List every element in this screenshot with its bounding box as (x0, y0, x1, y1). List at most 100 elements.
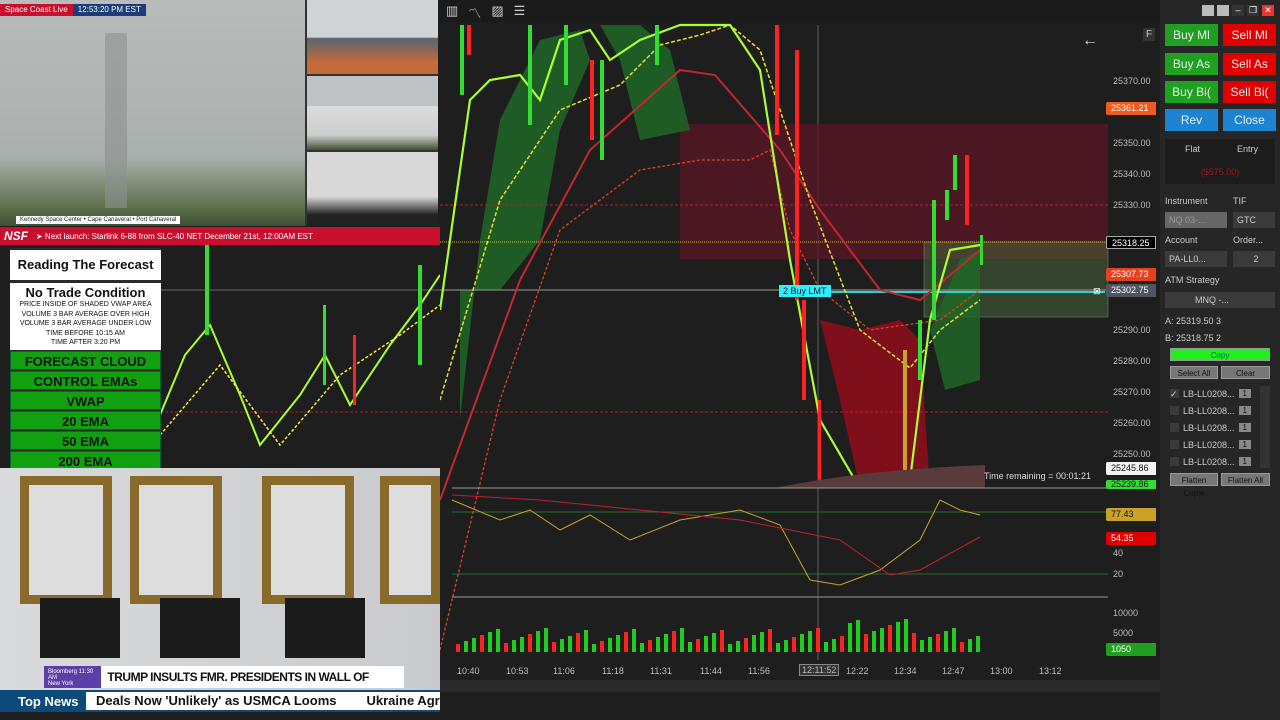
volume-bar (656, 637, 660, 652)
volume-bar (520, 637, 524, 652)
time-tick: 12:47 (942, 666, 965, 676)
strategy-icon[interactable]: ▨ (491, 3, 503, 19)
price-chart[interactable] (440, 22, 1160, 662)
volume-bar (576, 633, 580, 652)
ticker-section: Top News (18, 693, 79, 709)
account-qty[interactable]: 1 (1238, 389, 1251, 398)
account-checkbox[interactable] (1170, 457, 1179, 466)
sell-market-button[interactable]: Sell Ml (1223, 24, 1276, 46)
price-flag: 25245.86 (1106, 462, 1156, 475)
copy-button[interactable]: Copy (1170, 348, 1270, 361)
volume-bar (712, 633, 716, 652)
tif-label: TIF (1233, 196, 1247, 206)
volume-bar (920, 640, 924, 652)
legend-control-emas: CONTROL EMAs (10, 370, 161, 390)
volume-bar (672, 631, 676, 652)
minimize-icon[interactable]: – (1232, 5, 1244, 16)
account-name: LB-LL0208... (1183, 388, 1235, 399)
livestream-main-camera (0, 0, 305, 226)
account-qty[interactable]: 1 (1238, 423, 1251, 432)
volume-bar (512, 640, 516, 652)
account-select[interactable]: PA-LL0... (1165, 251, 1227, 267)
network-bug: Bloomberg 11:30 AM New York (44, 666, 102, 688)
volume-bar (600, 641, 604, 652)
volume-bar (792, 637, 796, 652)
supply-zone (680, 124, 1108, 259)
buy-limit-order-label[interactable]: 2 Buy LMT (779, 285, 831, 297)
oscillator-flag: 54.35 (1106, 532, 1156, 545)
buy-bid-button[interactable]: Buy Bi( (1165, 81, 1218, 103)
bar-type-icon[interactable]: ▥ (446, 3, 458, 19)
restore-icon[interactable]: ❐ (1247, 5, 1259, 16)
time-tick: 11:44 (700, 666, 722, 676)
close-icon[interactable]: ✕ (1262, 5, 1274, 16)
volume-bar (896, 622, 900, 652)
copy-account-row[interactable]: ✓ LB-LL0208... 1 (1170, 386, 1251, 401)
volume-bar (736, 641, 740, 652)
oscillator-signal-line (451, 494, 981, 576)
indicators-list-icon[interactable]: ☰ (514, 3, 526, 19)
window-button[interactable] (1202, 5, 1214, 16)
account-checkbox[interactable]: ✓ (1170, 389, 1179, 399)
volume-bar (816, 628, 820, 652)
f-toggle[interactable]: F (1143, 28, 1156, 41)
portrait-frame (130, 476, 222, 604)
time-tick: 13:00 (990, 666, 1013, 676)
flatten-copies-button[interactable]: Flatten Copie (1170, 473, 1218, 498)
volume-bar (496, 629, 500, 652)
cancel-order-icon[interactable]: ⊠ (1093, 286, 1101, 297)
tif-select[interactable]: GTC (1233, 212, 1275, 228)
volume-bar (768, 629, 772, 652)
channel-name: Space Coast Live (0, 4, 73, 16)
price-tick: 25280.00 (1113, 356, 1151, 366)
reverse-button[interactable]: Rev (1165, 109, 1218, 131)
back-arrow-icon[interactable]: ← (1082, 32, 1098, 50)
volume-bar (544, 628, 548, 652)
ticker-item: Deals Now 'Unlikely' as USMCA Looms (96, 693, 337, 708)
account-list-scrollbar[interactable] (1260, 386, 1270, 468)
atm-strategy-select[interactable]: MNQ -... (1165, 292, 1275, 308)
legend-20-ema: 20 EMA (10, 410, 161, 430)
flatten-all-button[interactable]: Flatten All (1221, 473, 1270, 486)
copy-account-row[interactable]: LB-LL0208... 1 (1170, 454, 1251, 469)
instrument-select[interactable]: NQ 03-... (1165, 212, 1227, 228)
account-checkbox[interactable] (1170, 440, 1179, 449)
account-qty[interactable]: 1 (1238, 440, 1251, 449)
bid-readout: B: 25318.75 2 (1165, 333, 1222, 343)
select-all-button[interactable]: Select All (1170, 366, 1218, 379)
oscillator-line (451, 499, 981, 586)
volume-bar (472, 638, 476, 652)
entry-label: Entry (1236, 144, 1258, 154)
account-label: Account (1165, 235, 1198, 245)
volume-bar (904, 619, 908, 652)
stream-title-tag: Space Coast Live 12:53:20 PM EST (0, 4, 146, 16)
time-tick: 11:06 (553, 666, 575, 676)
atm-label: ATM Strategy (1165, 275, 1220, 285)
sell-ask-button[interactable]: Sell As (1223, 53, 1276, 75)
copy-account-row[interactable]: LB-LL0208... 1 (1170, 403, 1251, 418)
drawing-tools-icon[interactable]: 〽 (468, 3, 481, 21)
news-ticker: Top News Deals Now 'Unlikely' as USMCA L… (0, 690, 450, 712)
buy-ask-button[interactable]: Buy As (1165, 53, 1218, 75)
account-qty[interactable]: 1 (1238, 457, 1251, 466)
buy-market-button[interactable]: Buy Ml (1165, 24, 1218, 46)
copy-account-row[interactable]: LB-LL0208... 1 (1170, 437, 1251, 452)
window-button[interactable] (1217, 5, 1229, 16)
close-position-button[interactable]: Close (1223, 109, 1276, 131)
time-tick: 11:18 (602, 666, 624, 676)
volume-bar (752, 635, 756, 652)
time-tick: 11:56 (748, 666, 770, 676)
condition: PRICE INSIDE OF SHADED VWAP AREA (19, 301, 152, 308)
account-checkbox[interactable] (1170, 406, 1179, 415)
copy-account-row[interactable]: LB-LL0208... 1 (1170, 420, 1251, 435)
account-qty[interactable]: 1 (1238, 406, 1251, 415)
horizontal-scrollbar[interactable] (440, 680, 1160, 692)
price-flag: 25361.21 (1106, 102, 1156, 115)
network-time: Bloomberg 11:30 AM (48, 669, 94, 681)
next-launch-text: ➤ Next launch: Starlink 6-88 from SLC-40… (36, 231, 313, 241)
nsf-logo: NSF (4, 229, 28, 243)
sell-bid-button[interactable]: Sell Bi( (1223, 81, 1276, 103)
clear-button[interactable]: Clear (1221, 366, 1270, 379)
order-qty-input[interactable]: 2 (1233, 251, 1275, 267)
account-checkbox[interactable] (1170, 423, 1179, 432)
